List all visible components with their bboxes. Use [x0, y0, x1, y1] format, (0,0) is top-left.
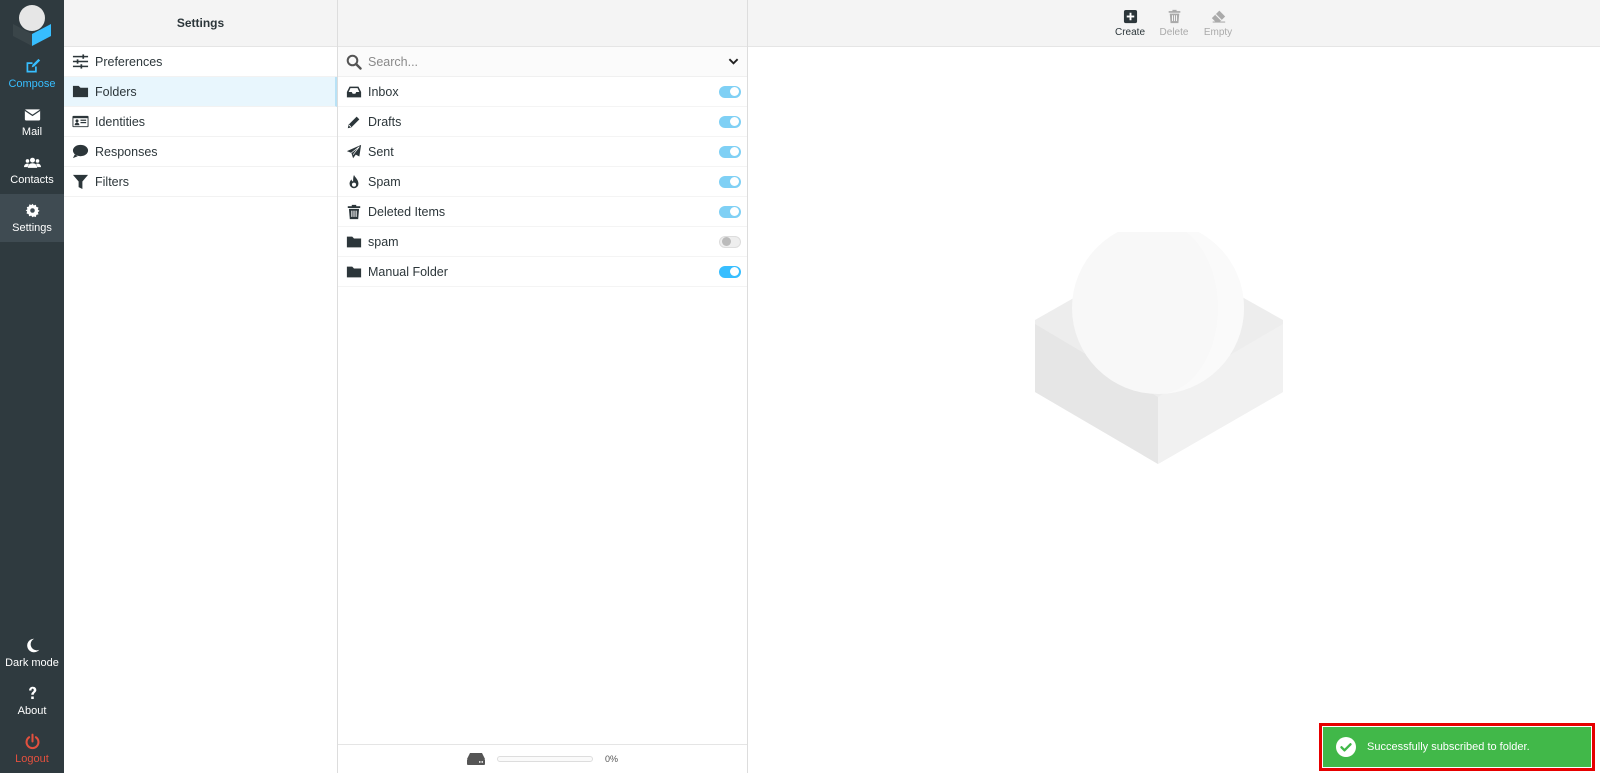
- settings-item-filters[interactable]: Filters: [64, 167, 337, 197]
- check-circle-icon: [1336, 737, 1356, 757]
- settings-item-label: Responses: [95, 144, 158, 159]
- folder-search: [338, 47, 747, 77]
- settings-item-label: Preferences: [95, 54, 163, 69]
- taskmenu-compose-label: Compose: [8, 78, 56, 90]
- settings-item-responses[interactable]: Responses: [64, 137, 337, 167]
- taskmenu-contacts-label: Contacts: [10, 174, 54, 186]
- folder-icon: [346, 266, 362, 277]
- subscription-toggle[interactable]: [719, 115, 741, 128]
- pencil-icon: [347, 116, 360, 128]
- subscription-toggle[interactable]: [719, 175, 741, 188]
- taskmenu-about[interactable]: About: [0, 677, 64, 725]
- taskmenu-mail[interactable]: Mail: [0, 98, 64, 146]
- folder-item-inbox[interactable]: Inbox: [338, 77, 747, 107]
- settings-item-label: Filters: [95, 174, 130, 189]
- chevron-down-icon[interactable]: [728, 56, 739, 67]
- taskmenu-mail-label: Mail: [21, 126, 43, 138]
- inbox-icon: [346, 86, 362, 97]
- trash-icon: [347, 204, 361, 219]
- sliders-icon: [72, 54, 89, 69]
- fire-icon: [349, 174, 359, 188]
- envelope-icon: [23, 109, 41, 121]
- comment-icon: [72, 144, 89, 159]
- plus-square-icon: [1123, 9, 1137, 23]
- subscription-toggle[interactable]: [719, 235, 741, 248]
- power-icon: [25, 733, 39, 750]
- taskmenu-logout[interactable]: Logout: [0, 725, 64, 773]
- settings-title: Settings: [176, 16, 225, 30]
- folder-name: Manual Folder: [368, 264, 448, 279]
- search-icon: [346, 54, 362, 70]
- toolbar: Create Delete Empty: [748, 0, 1600, 47]
- users-icon: [23, 157, 41, 168]
- empty-label: Empty: [1203, 26, 1233, 38]
- folder-icon: [72, 85, 89, 98]
- folders-panel: Inbox Drafts Sent Spam Deleted Items spa…: [338, 0, 748, 773]
- moon-icon: [26, 638, 39, 653]
- subscription-toggle[interactable]: [719, 145, 741, 158]
- settings-header: Settings: [64, 0, 337, 47]
- content-panel: Create Delete Empty: [748, 0, 1600, 773]
- settings-item-label: Identities: [95, 114, 146, 129]
- folder-name: Deleted Items: [368, 204, 446, 219]
- empty-button[interactable]: Empty: [1198, 9, 1238, 38]
- quota-progress: [496, 756, 593, 762]
- subscription-toggle[interactable]: [719, 85, 741, 98]
- taskmenu-darkmode-label: Dark mode: [5, 657, 59, 669]
- settings-item-label: Folders: [95, 84, 137, 99]
- paper-plane-icon: [346, 144, 362, 158]
- settings-item-folders[interactable]: Folders: [64, 77, 337, 107]
- trash-icon: [1168, 9, 1180, 23]
- toast-success[interactable]: Successfully subscribed to folder.: [1323, 727, 1591, 767]
- folder-item-sent[interactable]: Sent: [338, 137, 747, 167]
- folder-name: Sent: [368, 144, 394, 159]
- folder-search-input[interactable]: [368, 54, 728, 69]
- create-label: Create: [1114, 26, 1145, 38]
- filter-icon: [72, 174, 89, 190]
- folders-header: [338, 0, 747, 47]
- folder-name: Spam: [368, 174, 401, 189]
- folder-name: spam: [368, 234, 399, 249]
- app: Compose Mail Contacts Settings Dark mode…: [0, 0, 1600, 773]
- subscription-toggle[interactable]: [719, 265, 741, 278]
- taskmenu: Compose Mail Contacts Settings Dark mode…: [0, 0, 64, 773]
- taskmenu-contacts[interactable]: Contacts: [0, 146, 64, 194]
- taskmenu-about-label: About: [17, 705, 47, 717]
- folder-name: Inbox: [368, 84, 399, 99]
- settings-sidebar: Settings Preferences Folders Identities …: [64, 0, 338, 773]
- subscription-toggle[interactable]: [719, 205, 741, 218]
- taskmenu-settings-label: Settings: [12, 222, 52, 234]
- taskmenu-settings[interactable]: Settings: [0, 194, 64, 242]
- delete-button[interactable]: Delete: [1154, 9, 1194, 38]
- id-card-icon: [72, 115, 89, 128]
- logo[interactable]: [0, 0, 64, 50]
- folder-item-spam-lowercase[interactable]: spam: [338, 227, 747, 257]
- taskmenu-logout-label: Logout: [15, 753, 49, 765]
- quota-bar: 0%: [338, 744, 747, 773]
- delete-label: Delete: [1159, 26, 1189, 38]
- folder-icon: [346, 236, 362, 247]
- taskmenu-compose[interactable]: Compose: [0, 50, 64, 98]
- eraser-icon: [1211, 10, 1225, 23]
- folder-item-drafts[interactable]: Drafts: [338, 107, 747, 137]
- compose-icon: [26, 58, 40, 73]
- settings-item-preferences[interactable]: Preferences: [64, 47, 337, 77]
- roundcube-logo-icon: [13, 5, 51, 46]
- folder-name: Drafts: [368, 114, 402, 129]
- roundcube-watermark-icon: [1035, 232, 1283, 464]
- toast-message: Successfully subscribed to folder.: [1367, 741, 1530, 753]
- create-button[interactable]: Create: [1110, 9, 1150, 38]
- settings-item-identities[interactable]: Identities: [64, 107, 337, 137]
- hard-drive-icon: [466, 753, 485, 765]
- folder-item-manual-folder[interactable]: Manual Folder: [338, 257, 747, 287]
- question-icon: [28, 686, 36, 700]
- folder-item-deleted-items[interactable]: Deleted Items: [338, 197, 747, 227]
- quota-percent: 0%: [604, 754, 618, 764]
- taskmenu-darkmode[interactable]: Dark mode: [0, 629, 64, 677]
- folder-item-spam[interactable]: Spam: [338, 167, 747, 197]
- toast-highlight: Successfully subscribed to folder.: [1319, 723, 1595, 771]
- gear-icon: [25, 203, 40, 218]
